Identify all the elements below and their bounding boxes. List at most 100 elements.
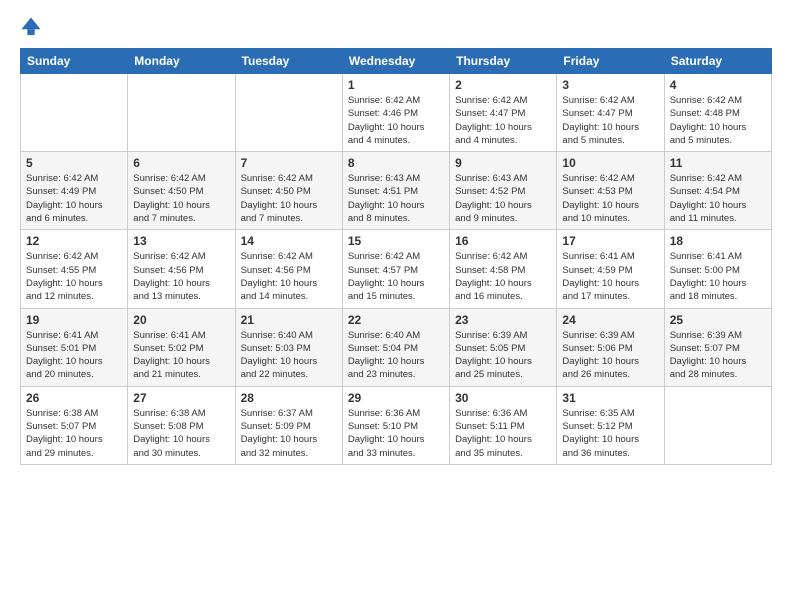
day-number: 6 xyxy=(133,156,229,170)
day-info: Sunrise: 6:39 AM Sunset: 5:07 PM Dayligh… xyxy=(670,329,766,382)
day-info: Sunrise: 6:43 AM Sunset: 4:52 PM Dayligh… xyxy=(455,172,551,225)
day-cell: 2 Sunrise: 6:42 AM Sunset: 4:47 PM Daylig… xyxy=(450,74,557,152)
day-cell: 11 Sunrise: 6:42 AM Sunset: 4:54 PM Dayli… xyxy=(664,152,771,230)
day-number: 17 xyxy=(562,234,658,248)
calendar-table: SundayMondayTuesdayWednesdayThursdayFrid… xyxy=(20,48,772,465)
day-number: 29 xyxy=(348,391,444,405)
day-cell: 27Sunrise: 6:38 AM Sunset: 5:08 PM Dayli… xyxy=(128,386,235,464)
header xyxy=(20,16,772,38)
day-cell xyxy=(128,74,235,152)
day-cell: 15Sunrise: 6:42 AM Sunset: 4:57 PM Dayli… xyxy=(342,230,449,308)
day-number: 9 xyxy=(455,156,551,170)
week-row-2: 5 Sunrise: 6:42 AM Sunset: 4:49 PM Daylig… xyxy=(21,152,772,230)
day-number: 16 xyxy=(455,234,551,248)
logo xyxy=(20,16,46,38)
day-info: Sunrise: 6:35 AM Sunset: 5:12 PM Dayligh… xyxy=(562,407,658,460)
day-info: Sunrise: 6:38 AM Sunset: 5:07 PM Dayligh… xyxy=(26,407,122,460)
page: SundayMondayTuesdayWednesdayThursdayFrid… xyxy=(0,0,792,481)
day-info: Sunrise: 6:41 AM Sunset: 5:02 PM Dayligh… xyxy=(133,329,229,382)
day-info: Sunrise: 6:42 AM Sunset: 4:54 PM Dayligh… xyxy=(670,172,766,225)
weekday-header-monday: Monday xyxy=(128,49,235,74)
day-cell: 9 Sunrise: 6:43 AM Sunset: 4:52 PM Daylig… xyxy=(450,152,557,230)
day-cell: 1Sunrise: 6:42 AM Sunset: 4:46 PM Daylig… xyxy=(342,74,449,152)
day-number: 3 xyxy=(562,78,658,92)
day-number: 1 xyxy=(348,78,444,92)
day-cell: 6 Sunrise: 6:42 AM Sunset: 4:50 PM Daylig… xyxy=(128,152,235,230)
day-number: 31 xyxy=(562,391,658,405)
day-cell: 25 Sunrise: 6:39 AM Sunset: 5:07 PM Dayli… xyxy=(664,308,771,386)
day-cell: 31 Sunrise: 6:35 AM Sunset: 5:12 PM Dayli… xyxy=(557,386,664,464)
day-number: 2 xyxy=(455,78,551,92)
day-info: Sunrise: 6:42 AM Sunset: 4:50 PM Dayligh… xyxy=(133,172,229,225)
day-info: Sunrise: 6:42 AM Sunset: 4:56 PM Dayligh… xyxy=(133,250,229,303)
weekday-header-saturday: Saturday xyxy=(664,49,771,74)
day-number: 19 xyxy=(26,313,122,327)
day-number: 11 xyxy=(670,156,766,170)
day-info: Sunrise: 6:37 AM Sunset: 5:09 PM Dayligh… xyxy=(241,407,337,460)
day-cell: 19 Sunrise: 6:41 AM Sunset: 5:01 PM Dayli… xyxy=(21,308,128,386)
day-cell: 14 Sunrise: 6:42 AM Sunset: 4:56 PM Dayli… xyxy=(235,230,342,308)
day-info: Sunrise: 6:42 AM Sunset: 4:50 PM Dayligh… xyxy=(241,172,337,225)
day-cell: 10 Sunrise: 6:42 AM Sunset: 4:53 PM Dayli… xyxy=(557,152,664,230)
day-cell xyxy=(664,386,771,464)
day-number: 22 xyxy=(348,313,444,327)
day-cell: 18 Sunrise: 6:41 AM Sunset: 5:00 PM Dayli… xyxy=(664,230,771,308)
day-number: 24 xyxy=(562,313,658,327)
day-number: 26 xyxy=(26,391,122,405)
day-number: 8 xyxy=(348,156,444,170)
day-info: Sunrise: 6:39 AM Sunset: 5:06 PM Dayligh… xyxy=(562,329,658,382)
day-cell: 16 Sunrise: 6:42 AM Sunset: 4:58 PM Dayli… xyxy=(450,230,557,308)
day-number: 14 xyxy=(241,234,337,248)
day-number: 25 xyxy=(670,313,766,327)
day-info: Sunrise: 6:41 AM Sunset: 5:00 PM Dayligh… xyxy=(670,250,766,303)
day-number: 20 xyxy=(133,313,229,327)
day-number: 21 xyxy=(241,313,337,327)
day-cell: 28 Sunrise: 6:37 AM Sunset: 5:09 PM Dayli… xyxy=(235,386,342,464)
day-number: 10 xyxy=(562,156,658,170)
day-info: Sunrise: 6:41 AM Sunset: 5:01 PM Dayligh… xyxy=(26,329,122,382)
day-info: Sunrise: 6:40 AM Sunset: 5:04 PM Dayligh… xyxy=(348,329,444,382)
week-row-4: 19 Sunrise: 6:41 AM Sunset: 5:01 PM Dayli… xyxy=(21,308,772,386)
weekday-header-tuesday: Tuesday xyxy=(235,49,342,74)
day-cell: 12Sunrise: 6:42 AM Sunset: 4:55 PM Dayli… xyxy=(21,230,128,308)
day-number: 23 xyxy=(455,313,551,327)
day-number: 7 xyxy=(241,156,337,170)
week-row-1: 1Sunrise: 6:42 AM Sunset: 4:46 PM Daylig… xyxy=(21,74,772,152)
day-cell xyxy=(235,74,342,152)
day-number: 12 xyxy=(26,234,122,248)
day-cell: 8 Sunrise: 6:43 AM Sunset: 4:51 PM Daylig… xyxy=(342,152,449,230)
day-info: Sunrise: 6:36 AM Sunset: 5:10 PM Dayligh… xyxy=(348,407,444,460)
day-info: Sunrise: 6:36 AM Sunset: 5:11 PM Dayligh… xyxy=(455,407,551,460)
day-info: Sunrise: 6:42 AM Sunset: 4:47 PM Dayligh… xyxy=(455,94,551,147)
day-number: 30 xyxy=(455,391,551,405)
weekday-header-sunday: Sunday xyxy=(21,49,128,74)
weekday-header-thursday: Thursday xyxy=(450,49,557,74)
day-cell: 26 Sunrise: 6:38 AM Sunset: 5:07 PM Dayli… xyxy=(21,386,128,464)
day-cell: 13 Sunrise: 6:42 AM Sunset: 4:56 PM Dayli… xyxy=(128,230,235,308)
day-info: Sunrise: 6:42 AM Sunset: 4:48 PM Dayligh… xyxy=(670,94,766,147)
day-number: 18 xyxy=(670,234,766,248)
logo-icon xyxy=(20,16,42,38)
weekday-header-friday: Friday xyxy=(557,49,664,74)
day-info: Sunrise: 6:42 AM Sunset: 4:53 PM Dayligh… xyxy=(562,172,658,225)
day-info: Sunrise: 6:42 AM Sunset: 4:57 PM Dayligh… xyxy=(348,250,444,303)
day-info: Sunrise: 6:40 AM Sunset: 5:03 PM Dayligh… xyxy=(241,329,337,382)
day-number: 13 xyxy=(133,234,229,248)
day-info: Sunrise: 6:42 AM Sunset: 4:56 PM Dayligh… xyxy=(241,250,337,303)
weekday-header-wednesday: Wednesday xyxy=(342,49,449,74)
day-cell xyxy=(21,74,128,152)
day-cell: 4 Sunrise: 6:42 AM Sunset: 4:48 PM Daylig… xyxy=(664,74,771,152)
weekday-header-row: SundayMondayTuesdayWednesdayThursdayFrid… xyxy=(21,49,772,74)
day-info: Sunrise: 6:43 AM Sunset: 4:51 PM Dayligh… xyxy=(348,172,444,225)
day-info: Sunrise: 6:42 AM Sunset: 4:58 PM Dayligh… xyxy=(455,250,551,303)
week-row-5: 26 Sunrise: 6:38 AM Sunset: 5:07 PM Dayli… xyxy=(21,386,772,464)
day-number: 5 xyxy=(26,156,122,170)
day-info: Sunrise: 6:42 AM Sunset: 4:49 PM Dayligh… xyxy=(26,172,122,225)
week-row-3: 12Sunrise: 6:42 AM Sunset: 4:55 PM Dayli… xyxy=(21,230,772,308)
day-info: Sunrise: 6:39 AM Sunset: 5:05 PM Dayligh… xyxy=(455,329,551,382)
day-cell: 3Sunrise: 6:42 AM Sunset: 4:47 PM Daylig… xyxy=(557,74,664,152)
day-cell: 17Sunrise: 6:41 AM Sunset: 4:59 PM Dayli… xyxy=(557,230,664,308)
day-number: 28 xyxy=(241,391,337,405)
day-number: 4 xyxy=(670,78,766,92)
day-cell: 30 Sunrise: 6:36 AM Sunset: 5:11 PM Dayli… xyxy=(450,386,557,464)
